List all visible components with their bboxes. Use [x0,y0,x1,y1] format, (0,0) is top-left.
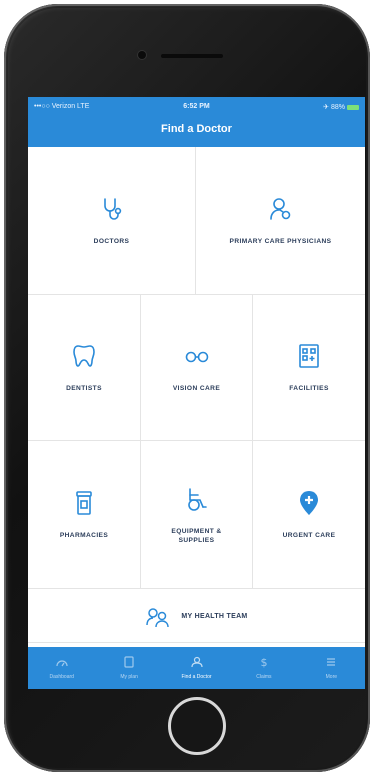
page-title: Find a Doctor [161,123,232,135]
tile-vision-care[interactable]: VISION CARE [141,295,253,441]
status-bar: •••○○ Verizon LTE 6:52 PM ✈ 88% [28,97,365,117]
tab-claims[interactable]: $ Claims [230,647,297,689]
tab-label: Dashboard [49,674,74,680]
phone-frame: •••○○ Verizon LTE 6:52 PM ✈ 88% Find a D… [4,4,370,772]
glasses-icon [185,351,208,363]
tab-dashboard[interactable]: Dashboard [28,647,95,689]
stethoscope-icon [103,198,121,220]
screen: •••○○ Verizon LTE 6:52 PM ✈ 88% Find a D… [28,97,365,689]
wheelchair-icon [187,487,207,511]
tile-pharmacies[interactable]: PHARMACIES [28,441,141,589]
tile-label-line2: SUPPLIES [178,536,215,544]
category-grid: DOCTORS PRIMARY CARE PHYSICIANS DENTISTS [28,147,365,639]
gauge-icon [56,660,68,667]
tab-find-a-doctor[interactable]: Find a Doctor [163,647,230,689]
nav-bar: Find a Doctor [28,117,365,147]
building-icon [299,344,319,368]
tab-label: Claims [256,674,272,680]
tile-dentists[interactable]: DENTISTS [28,295,141,441]
tooth-icon [73,345,95,367]
my-health-team-row[interactable]: MY HEALTH TEAM [28,591,365,643]
tab-label: My plan [120,674,138,680]
dollar-icon: $ [260,656,267,668]
front-camera [138,51,146,59]
tile-label: EQUIPMENT & SUPPLIES [171,527,221,545]
tile-label: URGENT CARE [282,532,336,539]
tile-label: FACILITIES [289,385,329,392]
clock: 6:52 PM [183,103,210,110]
menu-icon [327,658,336,666]
home-button[interactable] [168,697,226,755]
tab-my-plan[interactable]: My plan [95,647,162,689]
tab-label: Find a Doctor [181,674,212,680]
tile-label: DENTISTS [66,385,102,392]
tile-facilities[interactable]: FACILITIES [253,295,365,441]
team-label: MY HEALTH TEAM [181,613,248,620]
svg-text:$: $ [260,656,267,668]
physician-icon [269,198,290,220]
battery-text: ✈ 88% [323,104,345,111]
team-icon [146,607,170,627]
doctor-icon [190,656,203,668]
tab-bar: Dashboard My plan Find a Doctor $ Claims… [28,647,365,689]
tile-label: DOCTORS [93,238,130,245]
tab-label: More [325,674,338,680]
tile-label: PRIMARY CARE PHYSICIANS [229,238,332,245]
tile-label-line1: EQUIPMENT & [171,527,222,535]
tab-more[interactable]: More [298,647,365,689]
tile-label: PHARMACIES [59,532,109,539]
tile-equipment-supplies[interactable]: EQUIPMENT & SUPPLIES [141,441,253,589]
pill-bottle-icon [76,491,92,515]
tile-urgent-care[interactable]: URGENT CARE [253,441,365,589]
tile-primary-care-physicians[interactable]: PRIMARY CARE PHYSICIANS [196,147,365,295]
earpiece-speaker [161,54,223,58]
tile-doctors[interactable]: DOCTORS [28,147,196,295]
tile-label: VISION CARE [172,385,221,392]
location-pin-icon [300,491,318,515]
card-icon [124,656,134,668]
battery-indicator: ✈ 88% [323,103,359,111]
battery-icon [347,104,359,110]
